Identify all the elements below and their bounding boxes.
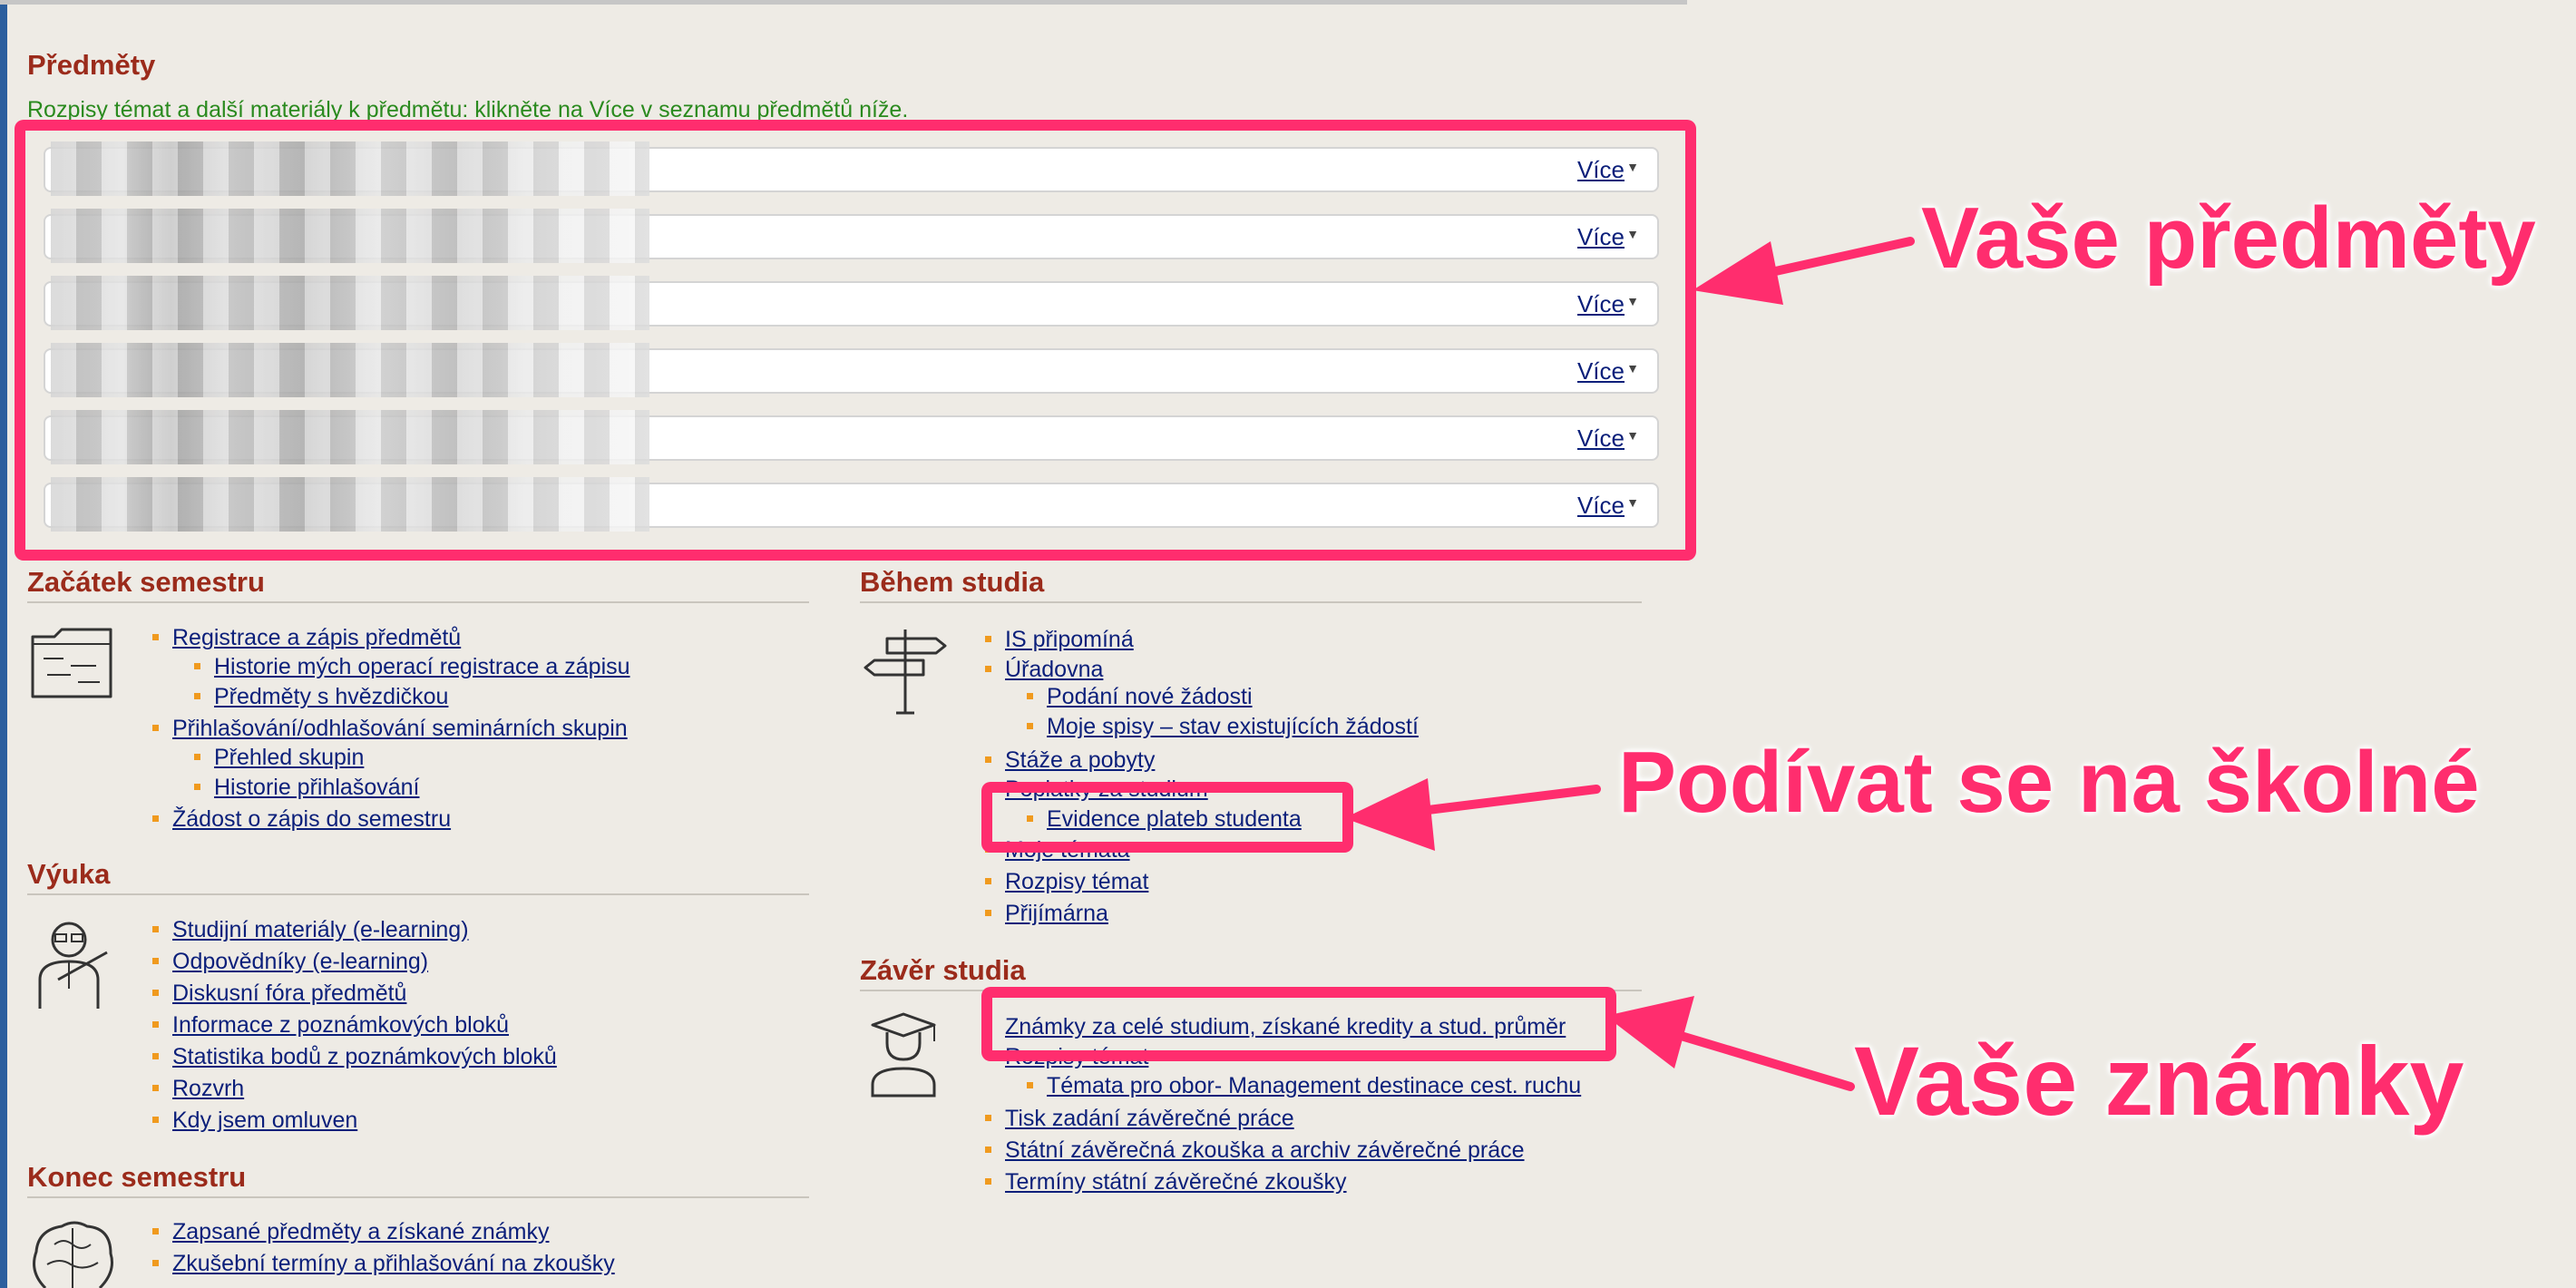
section-title-during: Během studia: [860, 566, 1045, 598]
section-divider: [27, 1196, 809, 1198]
list-item[interactable]: Historie přihlašování: [194, 774, 420, 801]
fees-highlight: [981, 782, 1353, 853]
list-item[interactable]: Stáže a pobyty: [985, 746, 1155, 774]
annotation-courses: Vaše předměty: [1921, 190, 2536, 287]
annotation-grades: Vaše známky: [1854, 1026, 2464, 1136]
list-item[interactable]: Podání nové žádosti: [1027, 683, 1253, 710]
list-item[interactable]: Přihlašování/odhlašování seminárních sku…: [152, 715, 628, 742]
section-title-end: Konec semestru: [27, 1161, 247, 1193]
list-item[interactable]: Diskusní fóra předmětů: [152, 980, 406, 1007]
section-divider: [27, 601, 809, 603]
section-divider: [860, 601, 1642, 603]
annotation-arrow-icon: [1344, 778, 1601, 851]
folder-icon: [31, 628, 112, 698]
window-left-edge: [0, 0, 7, 1288]
subjects-title: Předměty: [27, 49, 156, 81]
graduate-icon: [871, 1012, 936, 1098]
brain-icon: [33, 1221, 113, 1288]
annotation-arrow-icon: [1605, 996, 1855, 1091]
list-item[interactable]: Státní závěrečná zkouška a archiv závěre…: [985, 1137, 1525, 1164]
teacher-icon: [38, 922, 108, 1009]
list-item[interactable]: Přijímárna: [985, 900, 1108, 927]
list-item[interactable]: Žádost o zápis do semestru: [152, 805, 451, 833]
list-item[interactable]: Registrace a zápis předmětů: [152, 624, 461, 651]
list-item[interactable]: Rozvrh: [152, 1075, 244, 1102]
list-item[interactable]: IS připomíná: [985, 626, 1134, 653]
list-item[interactable]: Moje spisy – stav existujících žádostí: [1027, 713, 1419, 740]
list-item[interactable]: Úřadovna: [985, 656, 1103, 683]
list-item[interactable]: Statistika bodů z poznámkových bloků: [152, 1043, 557, 1070]
section-title-start: Začátek semestru: [27, 566, 265, 598]
grades-highlight: [981, 987, 1616, 1061]
signpost-icon: [864, 629, 947, 715]
annotation-fees: Podívat se na školné: [1618, 734, 2480, 831]
list-item[interactable]: Kdy jsem omluven: [152, 1107, 357, 1134]
list-item[interactable]: Informace z poznámkových bloků: [152, 1011, 509, 1039]
list-item[interactable]: Témata pro obor- Management destinace ce…: [1027, 1072, 1581, 1099]
list-item[interactable]: Rozpisy témat: [985, 868, 1148, 895]
courses-highlight: [15, 120, 1696, 561]
list-item[interactable]: Termíny státní závěrečné zkoušky: [985, 1168, 1347, 1195]
list-item[interactable]: Tisk zadání závěrečné práce: [985, 1105, 1294, 1132]
list-item[interactable]: Studijní materiály (e-learning): [152, 916, 469, 943]
list-item[interactable]: Přehled skupin: [194, 744, 364, 771]
section-divider: [27, 893, 809, 895]
annotation-arrow-icon: [1693, 237, 1915, 305]
section-title-final: Závěr studia: [860, 954, 1026, 986]
list-item[interactable]: Zkušební termíny a přihlašování na zkouš…: [152, 1250, 615, 1277]
list-item[interactable]: Odpovědníky (e-learning): [152, 948, 428, 975]
list-item[interactable]: Zapsané předměty a získané známky: [152, 1218, 549, 1245]
section-title-teaching: Výuka: [27, 858, 111, 890]
top-divider: [0, 0, 1687, 5]
list-item[interactable]: Historie mých operací registrace a zápis…: [194, 653, 630, 680]
list-item[interactable]: Předměty s hvězdičkou: [194, 683, 448, 710]
